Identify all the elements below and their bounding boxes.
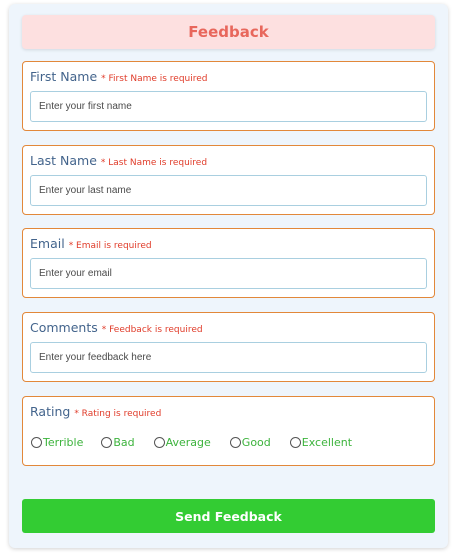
last-name-label: Last Name <box>30 153 97 168</box>
rating-option-excellent[interactable]: Excellent <box>289 436 353 449</box>
rating-option-bad[interactable]: Bad <box>101 436 135 449</box>
email-label: Email <box>30 236 65 251</box>
comments-error: * Feedback is required <box>101 325 203 335</box>
first-name-label: First Name <box>30 69 98 84</box>
last-name-error: * Last Name is required <box>100 158 208 168</box>
rating-option-average[interactable]: Average <box>153 436 211 449</box>
comments-group: Comments * Feedback is required <box>22 312 435 382</box>
radio-button[interactable] <box>289 437 301 448</box>
rating-option-label: Bad <box>113 436 135 449</box>
rating-option-terrible[interactable]: Terrible <box>31 436 83 449</box>
rating-error: * Rating is required <box>74 409 162 419</box>
rating-options: Terrible Bad Average Good Excellent <box>31 436 352 449</box>
first-name-input[interactable] <box>30 91 427 122</box>
email-input[interactable] <box>30 258 427 289</box>
radio-button[interactable] <box>101 437 113 448</box>
radio-button[interactable] <box>31 437 42 448</box>
rating-option-label: Good <box>241 436 271 449</box>
rating-option-good[interactable]: Good <box>229 436 271 449</box>
send-feedback-button[interactable]: Send Feedback <box>22 499 435 533</box>
first-name-error: * First Name is required <box>101 74 208 84</box>
form-title: Feedback <box>188 23 269 41</box>
comments-label: Comments <box>30 320 98 335</box>
rating-option-label: Excellent <box>301 436 353 449</box>
rating-label: Rating <box>30 404 71 419</box>
feedback-form: Feedback First Name * First Name is requ… <box>9 4 448 548</box>
last-name-input[interactable] <box>30 175 427 206</box>
rating-option-label: Average <box>165 436 211 449</box>
rating-group: Rating * Rating is required Terrible Bad… <box>22 396 435 466</box>
radio-button[interactable] <box>229 437 241 448</box>
email-group: Email * Email is required <box>22 228 435 298</box>
email-error: * Email is required <box>68 241 152 251</box>
first-name-group: First Name * First Name is required <box>22 61 435 131</box>
radio-button[interactable] <box>153 437 165 448</box>
form-header: Feedback <box>22 15 435 49</box>
comments-input[interactable] <box>30 342 427 373</box>
rating-option-label: Terrible <box>43 436 84 449</box>
last-name-group: Last Name * Last Name is required <box>22 145 435 215</box>
